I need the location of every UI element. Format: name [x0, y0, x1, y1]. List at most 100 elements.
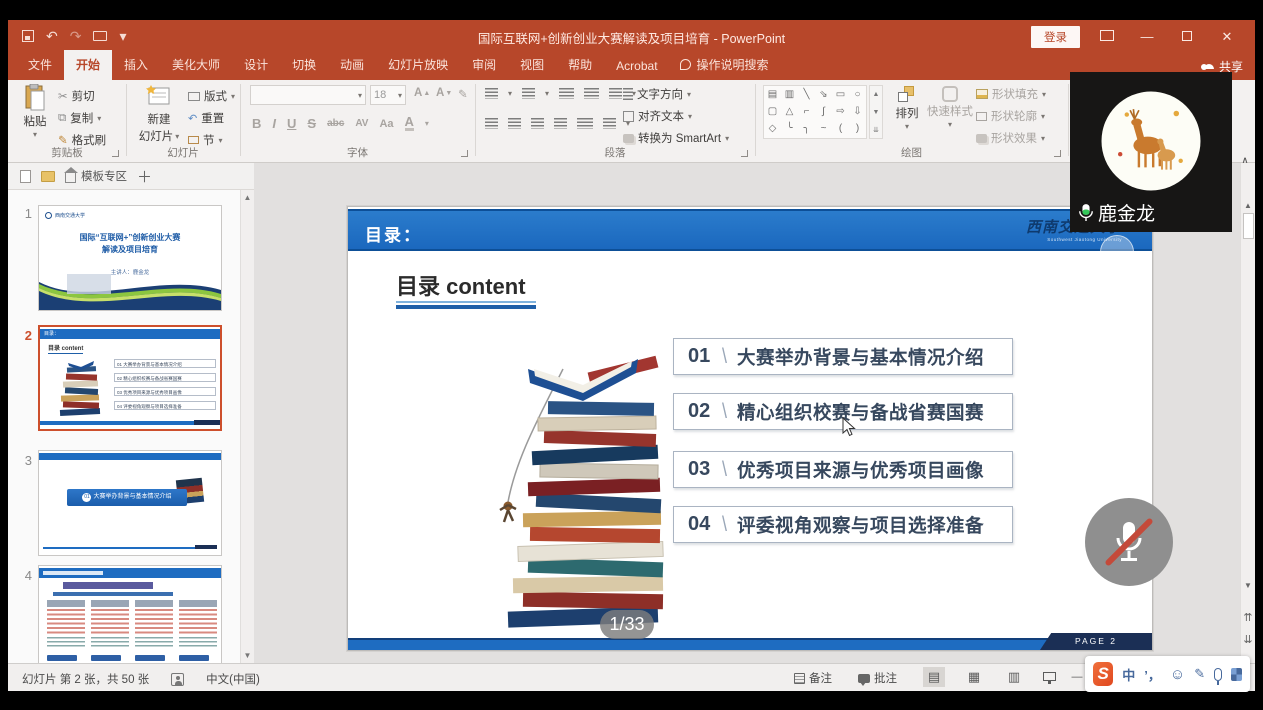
scroll-up-icon[interactable]: ▲ [1241, 201, 1255, 210]
toc-item-3[interactable]: 03 \ 优秀项目来源与优秀项目画像 [673, 451, 1013, 488]
tab-help[interactable]: 帮助 [556, 50, 604, 80]
text-direction-button[interactable]: 文字方向▾ [623, 86, 691, 102]
ribbon-display-options-button[interactable] [1087, 29, 1127, 44]
notes-button[interactable]: 备注 [794, 670, 832, 686]
align-right-button[interactable] [531, 118, 544, 129]
open-folder-icon[interactable] [41, 171, 55, 182]
shapes-gallery[interactable]: ▤ ▥ ╲ ⇘ ▭ ○ ▢ △ ⌐ ∫ ⇨ ⇩ ◇ ╰ ╮ ~ ( ) [763, 85, 867, 139]
ime-punctuation-toggle[interactable]: ’， [1144, 665, 1161, 684]
text-shadow-button[interactable]: abc [327, 118, 344, 129]
login-button[interactable]: 登录 [1031, 26, 1080, 48]
tab-transitions[interactable]: 切换 [280, 50, 328, 80]
arrange-button[interactable]: 排列 ▾ [890, 86, 924, 131]
cut-button[interactable]: ✂剪切 [58, 88, 95, 104]
accessibility-checker-icon[interactable] [171, 673, 184, 686]
font-size-combo[interactable]: 18▾ [370, 85, 406, 105]
slide-thumbnail-2-selected[interactable]: 目录： 目录 content 01 大赛举办背景与基本情况介绍 02 精心组织校… [38, 325, 222, 431]
clear-formatting-button[interactable]: ✎ [458, 87, 468, 101]
sogou-logo-icon[interactable]: S [1093, 662, 1113, 686]
shape-left-paren-icon[interactable]: ( [832, 121, 849, 137]
decrease-indent-button[interactable] [559, 88, 574, 99]
quick-styles-button[interactable]: 快速样式 ▾ [926, 86, 974, 129]
tab-review[interactable]: 审阅 [460, 50, 508, 80]
font-color-caret-icon[interactable]: ▾ [425, 119, 429, 128]
shape-fill-button[interactable]: 形状填充▾ [976, 86, 1046, 102]
tab-file[interactable]: 文件 [16, 50, 64, 80]
slide-thumbnail-3[interactable]: 01大赛举办背景与基本情况介绍 [38, 450, 222, 556]
ime-toolbox-icon[interactable] [1231, 668, 1242, 681]
slide-thumbnail-4[interactable] [38, 565, 222, 663]
comments-button[interactable]: 批注 [858, 670, 897, 686]
numbering-button[interactable] [522, 88, 535, 99]
change-case-button[interactable]: Aa [379, 118, 393, 130]
shape-arc2-icon[interactable]: ╮ [798, 121, 815, 137]
shape-vtextbox-icon[interactable]: ▥ [781, 86, 798, 102]
shapes-gallery-scrollbar[interactable]: ▲ ▼ ⇊ [869, 85, 883, 139]
emoji-picker-icon[interactable]: ☺ [1170, 666, 1185, 683]
font-dialog-launcher[interactable] [461, 150, 468, 157]
align-left-button[interactable] [485, 118, 498, 129]
tab-view[interactable]: 视图 [508, 50, 556, 80]
thumbnail-scrollbar[interactable]: ▲ ▼ [240, 190, 254, 663]
webcam-overlay[interactable]: 鹿金龙 [1070, 72, 1232, 232]
shapes-scroll-down-icon[interactable]: ▼ [870, 104, 882, 122]
columns-button[interactable] [603, 118, 616, 129]
new-slide-button[interactable]: 新建 幻灯片▾ [136, 84, 182, 144]
language-status[interactable]: 中文(中国) [206, 671, 260, 687]
bullets-caret-icon[interactable]: ▾ [508, 89, 512, 98]
align-center-button[interactable] [508, 118, 521, 129]
strikethrough-button[interactable]: S [307, 116, 316, 131]
shape-arc1-icon[interactable]: ╰ [781, 121, 798, 137]
tab-animations[interactable]: 动画 [328, 50, 376, 80]
shape-freeform-icon[interactable]: ◇ [764, 121, 781, 137]
main-vertical-scrollbar[interactable]: ▲ ▼ ⇈ ⇊ [1240, 163, 1255, 663]
thumb-scroll-up-icon[interactable]: ▲ [241, 193, 254, 202]
input-method-toolbar[interactable]: S 中 ’， ☺ ✎ [1085, 656, 1250, 692]
align-text-button[interactable]: 对齐文本▾ [623, 108, 692, 124]
shape-line-icon[interactable]: ╲ [798, 86, 815, 102]
ime-mic-icon[interactable] [1214, 668, 1222, 681]
drawing-dialog-launcher[interactable] [1054, 150, 1061, 157]
justify-button[interactable] [554, 118, 567, 129]
paste-button[interactable]: 粘贴 ▾ [16, 84, 54, 139]
shrink-font-button[interactable]: A▼ [436, 87, 452, 99]
shape-right-arrow-icon[interactable]: ⇨ [832, 103, 849, 119]
toc-item-1[interactable]: 01 \ 大赛举办背景与基本情况介绍 [673, 338, 1013, 375]
scroll-down-icon[interactable]: ▼ [1241, 581, 1255, 590]
previous-slide-button[interactable]: ⇈ [1241, 611, 1255, 624]
shape-textbox-icon[interactable]: ▤ [764, 86, 781, 102]
ime-language-toggle[interactable]: 中 [1122, 665, 1135, 684]
next-slide-button[interactable]: ⇊ [1241, 633, 1255, 646]
numbering-caret-icon[interactable]: ▾ [545, 89, 549, 98]
shape-down-arrow-icon[interactable]: ⇩ [849, 103, 866, 119]
minimize-button[interactable]: — [1127, 29, 1167, 44]
tab-design[interactable]: 设计 [232, 50, 280, 80]
shapes-more-icon[interactable]: ⇊ [870, 122, 882, 140]
italic-button[interactable]: I [272, 116, 276, 131]
shape-arrow-line-icon[interactable]: ⇘ [815, 86, 832, 102]
bullets-button[interactable] [485, 88, 498, 99]
reading-view-button[interactable]: ▥ [1003, 667, 1025, 687]
close-button[interactable]: ✕ [1207, 29, 1247, 45]
muted-mic-button[interactable] [1085, 498, 1173, 586]
tab-slideshow[interactable]: 幻灯片放映 [376, 50, 460, 80]
slide-count-status[interactable]: 幻灯片 第 2 张，共 50 张 [22, 671, 149, 687]
font-name-combo[interactable]: ▾ [250, 85, 366, 105]
shape-effects-button[interactable]: 形状效果▾ [976, 130, 1045, 146]
toc-item-4[interactable]: 04 \ 评委视角观察与项目选择准备 [673, 506, 1013, 543]
current-slide-canvas[interactable]: 目录： 西南交通大学 Southwest Jiaotong University… [347, 206, 1153, 651]
font-color-button[interactable]: A [405, 116, 414, 131]
shape-right-paren-icon[interactable]: ) [849, 121, 866, 137]
bold-button[interactable]: B [252, 116, 261, 131]
paragraph-dialog-launcher[interactable] [741, 150, 748, 157]
normal-view-button[interactable]: ▤ [923, 667, 945, 687]
tab-insert[interactable]: 插入 [112, 50, 160, 80]
slideshow-view-button[interactable] [1038, 667, 1060, 687]
shape-rounded-rect-icon[interactable]: ▢ [764, 103, 781, 119]
tab-acrobat[interactable]: Acrobat [604, 53, 669, 80]
new-document-icon[interactable] [20, 170, 31, 183]
tab-meihua[interactable]: 美化大师 [160, 50, 232, 80]
shape-curve-icon[interactable]: ∫ [815, 103, 832, 119]
increase-indent-button[interactable] [584, 88, 599, 99]
restore-button[interactable] [1167, 29, 1207, 44]
